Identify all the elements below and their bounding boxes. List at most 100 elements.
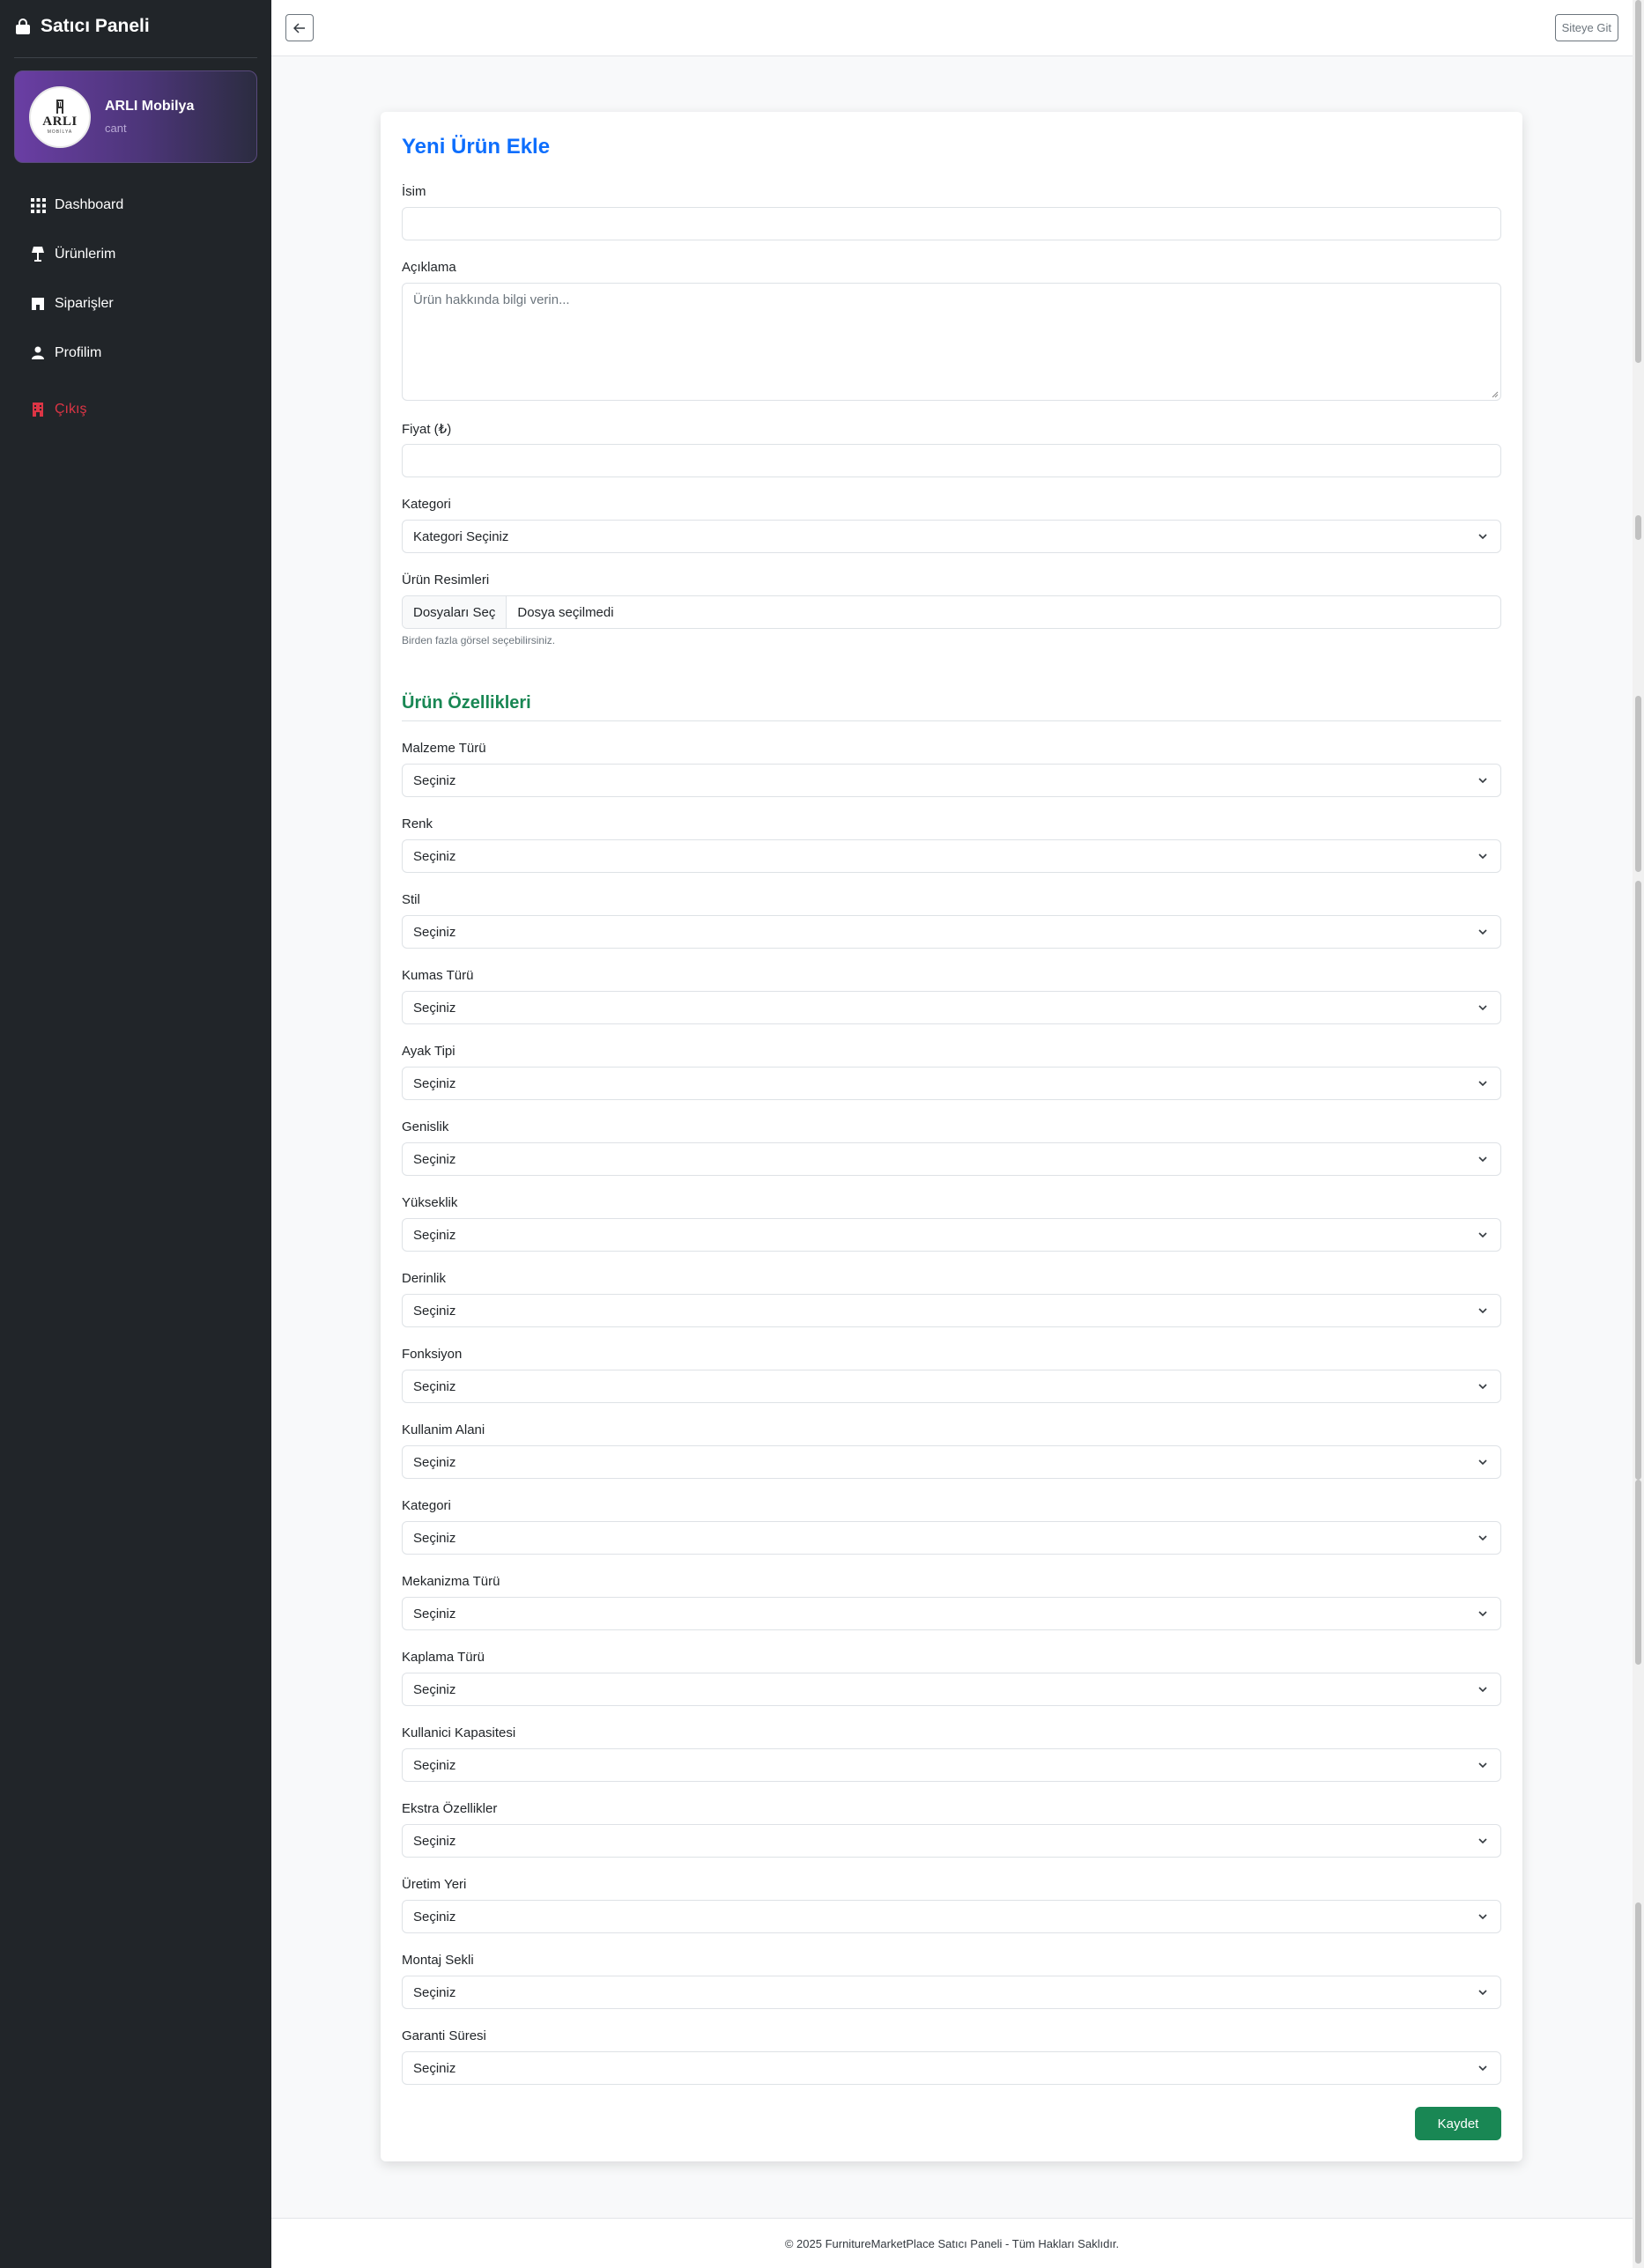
chevron-down-icon [1478, 1156, 1487, 1163]
resize-handle-icon[interactable] [1492, 391, 1499, 398]
sidebar-item-profile[interactable]: Profilim [0, 329, 271, 378]
choose-files-button[interactable]: Dosyaları Seç [403, 596, 507, 628]
feature-select-value: Seçiniz [413, 1151, 456, 1167]
chevron-down-icon [1478, 2065, 1487, 2072]
feature-field-group: Renk Seçiniz [402, 816, 1501, 873]
feature-label: Genislik [402, 1119, 449, 1134]
back-button[interactable] [285, 14, 314, 41]
description-field-group: Açıklama Ürün hakkında bilgi verin... [402, 260, 1501, 401]
price-field-group: Fiyat (₺) [402, 421, 1501, 477]
logo-subtext: MOBİLYA [47, 129, 73, 135]
description-label: Açıklama [402, 260, 456, 275]
sidebar-item-label: Ürünlerim [55, 247, 116, 262]
feature-label: Kullanim Alani [402, 1422, 485, 1437]
feature-label: Ayak Tipi [402, 1044, 455, 1059]
feature-label: Kumas Türü [402, 968, 474, 983]
feature-select-value: Seçiniz [413, 2060, 456, 2076]
scroll-marker [1635, 1902, 1641, 2264]
feature-field-group: Fonksiyon Seçiniz [402, 1347, 1501, 1403]
feature-select[interactable]: Seçiniz [402, 1521, 1501, 1555]
logout-link[interactable]: Çıkış [0, 385, 271, 434]
feature-select-value: Seçiniz [413, 848, 456, 864]
chevron-down-icon [1478, 534, 1487, 540]
page-title: Yeni Ürün Ekle [402, 135, 551, 159]
feature-select[interactable]: Seçiniz [402, 1067, 1501, 1100]
footer-text: © 2025 FurnitureMarketPlace Satıcı Panel… [784, 2236, 1120, 2250]
description-placeholder: Ürün hakkında bilgi verin... [413, 292, 570, 307]
page-scrollbar[interactable] [1633, 0, 1644, 2268]
feature-select[interactable]: Seçiniz [402, 1976, 1501, 2009]
description-textarea[interactable]: Ürün hakkında bilgi verin... [402, 283, 1501, 401]
features-section-title: Ürün Özellikleri [402, 693, 1501, 721]
seller-profile-card: ARLI MOBİLYA ARLI Mobilya cant [14, 70, 257, 163]
category-select-value: Kategori Seçiniz [413, 528, 509, 544]
go-to-site-button[interactable]: Siteye Git [1554, 14, 1618, 41]
feature-field-group: Yükseklik Seçiniz [402, 1195, 1501, 1252]
name-label: İsim [402, 184, 426, 199]
logout-icon [30, 402, 46, 417]
sidebar-item-label: Dashboard [55, 197, 124, 212]
feature-select[interactable]: Seçiniz [402, 1370, 1501, 1403]
images-file-input[interactable]: Dosyaları Seç Dosya seçilmedi [402, 595, 1501, 629]
feature-label: Kaplama Türü [402, 1650, 485, 1665]
sidebar-item-products[interactable]: Ürünlerim [0, 230, 271, 279]
file-status: Dosya seçilmedi [517, 604, 614, 620]
chevron-down-icon [1478, 1687, 1487, 1693]
sidebar-item-orders[interactable]: Siparişler [0, 279, 271, 329]
category-select[interactable]: Kategori Seçiniz [402, 520, 1501, 553]
price-input[interactable] [402, 444, 1501, 477]
feature-select[interactable]: Seçiniz [402, 1142, 1501, 1176]
topbar: Siteye Git [271, 0, 1633, 56]
feature-select-value: Seçiniz [413, 1227, 456, 1243]
feature-select[interactable]: Seçiniz [402, 991, 1501, 1024]
chevron-down-icon [1478, 1459, 1487, 1466]
feature-select-value: Seçiniz [413, 1303, 456, 1319]
images-help-text: Birden fazla görsel seçebilirsiniz. [402, 634, 556, 646]
scroll-thumb[interactable] [1635, 0, 1641, 363]
sidebar-nav: Dashboard Ürünlerim Siparişler Profilim … [0, 181, 271, 434]
feature-select-value: Seçiniz [413, 1757, 456, 1773]
feature-label: Fonksiyon [402, 1347, 463, 1362]
save-button[interactable]: Kaydet [1415, 2107, 1501, 2140]
feature-select[interactable]: Seçiniz [402, 1218, 1501, 1252]
lock-icon [16, 18, 30, 34]
chevron-down-icon [1478, 1005, 1487, 1011]
person-icon [30, 345, 46, 361]
feature-select[interactable]: Seçiniz [402, 1445, 1501, 1479]
seller-name: ARLI Mobilya [105, 99, 195, 114]
images-label: Ürün Resimleri [402, 573, 490, 587]
footer: © 2025 FurnitureMarketPlace Satıcı Panel… [271, 2218, 1633, 2268]
feature-field-group: Kategori Seçiniz [402, 1498, 1501, 1555]
feature-select[interactable]: Seçiniz [402, 1673, 1501, 1706]
chevron-down-icon [1478, 929, 1487, 935]
sidebar-item-dashboard[interactable]: Dashboard [0, 181, 271, 230]
logo-text: ARLI [42, 114, 78, 129]
feature-select[interactable]: Seçiniz [402, 764, 1501, 797]
feature-field-group: Garanti Süresi Seçiniz [402, 2028, 1501, 2085]
avatar: ARLI MOBİLYA [29, 85, 91, 148]
feature-select[interactable]: Seçiniz [402, 915, 1501, 949]
feature-select[interactable]: Seçiniz [402, 1748, 1501, 1782]
chevron-down-icon [1478, 1232, 1487, 1238]
feature-field-group: Montaj Sekli Seçiniz [402, 1953, 1501, 2009]
price-label: Fiyat (₺) [402, 422, 452, 437]
feature-field-group: Kaplama Türü Seçiniz [402, 1650, 1501, 1706]
feature-select-value: Seçiniz [413, 1075, 456, 1091]
feature-select[interactable]: Seçiniz [402, 1900, 1501, 1933]
feature-select[interactable]: Seçiniz [402, 1824, 1501, 1858]
scroll-marker [1635, 696, 1641, 872]
shop-icon [30, 296, 46, 312]
feature-select-value: Seçiniz [413, 1378, 456, 1394]
feature-field-group: Kullanici Kapasitesi Seçiniz [402, 1725, 1501, 1782]
feature-label: Ekstra Özellikler [402, 1801, 498, 1816]
feature-select[interactable]: Seçiniz [402, 839, 1501, 873]
feature-select[interactable]: Seçiniz [402, 1597, 1501, 1630]
feature-select-value: Seçiniz [413, 1000, 456, 1016]
sidebar-item-label: Profilim [55, 345, 102, 360]
feature-label: Garanti Süresi [402, 2028, 486, 2043]
chevron-down-icon [1478, 1308, 1487, 1314]
chevron-down-icon [1478, 1762, 1487, 1769]
name-input[interactable] [402, 207, 1501, 240]
feature-select[interactable]: Seçiniz [402, 1294, 1501, 1327]
feature-select[interactable]: Seçiniz [402, 2051, 1501, 2085]
